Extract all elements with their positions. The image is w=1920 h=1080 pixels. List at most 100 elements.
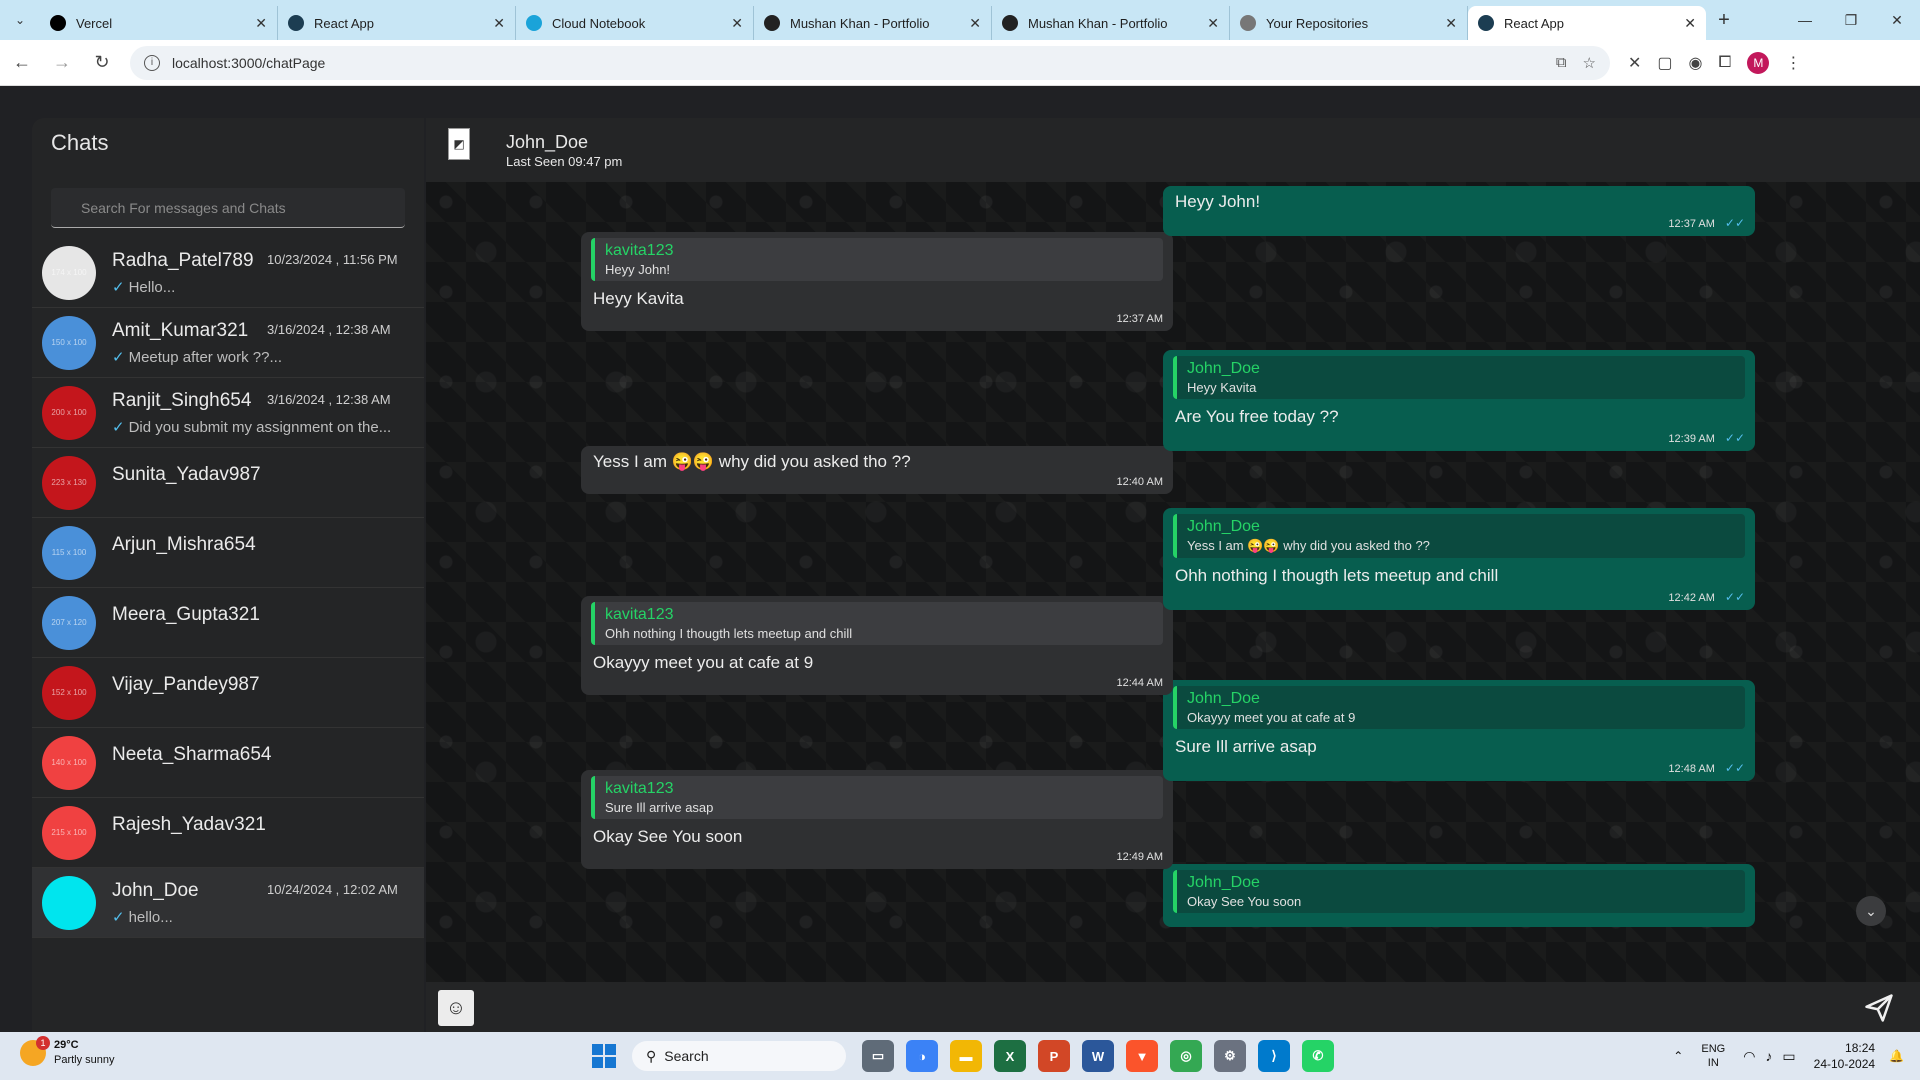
chat-time: 10/23/2024 , 11:56 PM — [267, 252, 398, 267]
quoted-reply[interactable]: John_Doe Okayyy meet you at cafe at 9 — [1173, 686, 1745, 729]
chat-list-item[interactable]: 152 x 100 Vijay_Pandey987 — [32, 658, 424, 728]
close-tab-icon[interactable]: ✕ — [731, 15, 743, 32]
site-info-icon[interactable]: i — [144, 54, 160, 71]
quoted-reply[interactable]: kavita123 Heyy John! — [591, 238, 1163, 281]
wifi-icon[interactable]: ◠ — [1743, 1048, 1755, 1065]
quoted-reply[interactable]: John_Doe Heyy Kavita — [1173, 356, 1745, 399]
taskbar-search[interactable]: ⚲ Search — [632, 1041, 846, 1071]
chat-list-item[interactable]: 200 x 100 Ranjit_Singh654 ✓ Did you submit … — [32, 378, 424, 448]
sent-message[interactable]: John_Doe Yess I am 😜😜 why did you asked t… — [1163, 508, 1755, 610]
avatar: 150 x 100 — [42, 315, 96, 370]
weather-icon: 1 — [20, 1036, 50, 1066]
bookmark-star-icon[interactable]: ☆ — [1583, 54, 1596, 72]
message-text: Are You free today ?? — [1175, 407, 1339, 426]
chat-list-item[interactable]: 140 x 100 Neeta_Sharma654 — [32, 728, 424, 798]
address-bar-row: ← → ↻ i localhost:3000/chatPage ⧉ ☆ ✕ ▢ … — [0, 40, 1920, 86]
close-tab-icon[interactable]: ✕ — [255, 15, 267, 32]
browser-tab[interactable]: Mushan Khan - Portfolio ✕ — [992, 6, 1230, 40]
forward-button[interactable]: → — [44, 45, 80, 81]
scroll-down-icon[interactable]: ⌄ — [1856, 896, 1886, 926]
copilot-icon[interactable]: ◑ — [906, 1040, 938, 1072]
puzzle-icon[interactable]: ⧠ — [1719, 54, 1732, 72]
kebab-menu-icon[interactable]: ⋮ — [1785, 53, 1801, 73]
browser-tab[interactable]: React App ✕ — [278, 6, 516, 40]
tab-search-menu-button[interactable]: ⌄ — [0, 0, 40, 40]
back-button[interactable]: ← — [4, 45, 40, 81]
extension-icon[interactable]: ▢ — [1657, 53, 1672, 73]
install-app-icon[interactable]: ⧉ — [1556, 54, 1567, 71]
chat-list-item[interactable]: John_Doe ✓ hello... 10/24/2024 , 12:02 AM — [32, 868, 424, 938]
received-message[interactable]: kavita123 Sure Ill arrive asap Okay See Yo… — [581, 770, 1173, 869]
quoted-reply[interactable]: kavita123 Ohh nothing I thougth lets meet… — [591, 602, 1163, 645]
search-input[interactable]: Search For messages and Chats — [51, 188, 405, 228]
avatar — [42, 875, 96, 930]
file-explorer-icon[interactable]: ▬ — [950, 1040, 982, 1072]
close-tab-icon[interactable]: ✕ — [493, 15, 505, 32]
task-view-icon[interactable]: ▭ — [862, 1040, 894, 1072]
word-icon[interactable]: W — [1082, 1040, 1114, 1072]
received-message[interactable]: Yess I am 😜😜 why did you asked tho ?? 12:… — [581, 446, 1173, 494]
battery-icon[interactable]: ▭ — [1782, 1048, 1795, 1065]
chat-list-item[interactable]: 150 x 100 Amit_Kumar321 ✓ Meetup after work… — [32, 308, 424, 378]
restore-button[interactable]: ❐ — [1828, 0, 1874, 40]
browser-tab[interactable]: Cloud Notebook ✕ — [516, 6, 754, 40]
notification-bell-icon[interactable]: 🔔 — [1889, 1049, 1904, 1063]
tab-title: React App — [1504, 15, 1564, 31]
send-icon[interactable] — [1861, 990, 1897, 1026]
excel-icon[interactable]: X — [994, 1040, 1026, 1072]
quoted-reply[interactable]: John_Doe Okay See You soon — [1173, 870, 1745, 913]
close-tab-icon[interactable]: ✕ — [1207, 15, 1219, 32]
brave-icon[interactable]: ▼ — [1126, 1040, 1158, 1072]
read-ticks-icon: ✓✓ — [1724, 216, 1745, 230]
close-tab-icon[interactable]: ✕ — [969, 15, 981, 32]
start-button[interactable] — [592, 1044, 616, 1068]
close-tab-icon[interactable]: ✕ — [1445, 15, 1457, 32]
portfolio-icon — [764, 15, 780, 31]
quoted-text: Okay See You soon — [1187, 894, 1302, 909]
new-tab-button[interactable]: + — [1706, 9, 1742, 32]
whatsapp-icon[interactable]: ✆ — [1302, 1040, 1334, 1072]
quoted-reply[interactable]: John_Doe Yess I am 😜😜 why did you asked t… — [1173, 514, 1745, 558]
message-time: 12:44 AM — [1116, 677, 1163, 689]
received-message[interactable]: kavita123 Ohh nothing I thougth lets meet… — [581, 596, 1173, 695]
contact-avatar[interactable]: ◩ — [448, 128, 470, 160]
profile-avatar[interactable]: M — [1747, 51, 1770, 74]
sent-message[interactable]: Heyy John! 12:37 AM ✓✓ — [1163, 186, 1755, 236]
received-message[interactable]: kavita123 Heyy John! Heyy Kavita 12:37 AM — [581, 232, 1173, 331]
chat-list-item[interactable]: 115 x 100 Arjun_Mishra654 — [32, 518, 424, 588]
minimize-button[interactable]: — — [1782, 0, 1828, 40]
reload-button[interactable]: ↻ — [84, 45, 120, 81]
sent-message[interactable]: John_Doe Okay See You soon — [1163, 864, 1755, 927]
browser-tab[interactable]: Your Repositories ✕ — [1230, 6, 1468, 40]
weather-desc: Partly sunny — [54, 1054, 115, 1066]
browser-tab[interactable]: React App ✕ — [1468, 6, 1706, 40]
extension-icon[interactable]: ✕ — [1628, 53, 1641, 73]
chat-list-item[interactable]: 223 x 130 Sunita_Yadav987 — [32, 448, 424, 518]
chat-list-item[interactable]: 207 x 120 Meera_Gupta321 — [32, 588, 424, 658]
message-area[interactable]: John_Doe Okay See You soon kavita123 Sure I… — [426, 182, 1920, 982]
vscode-icon[interactable]: ⟩ — [1258, 1040, 1290, 1072]
avatar: 174 x 100 — [42, 245, 96, 300]
sent-message[interactable]: John_Doe Okayyy meet you at cafe at 9 Sure… — [1163, 680, 1755, 781]
chrome-icon[interactable]: ◎ — [1170, 1040, 1202, 1072]
volume-icon[interactable]: ♪ — [1765, 1048, 1772, 1065]
close-tab-icon[interactable]: ✕ — [1684, 15, 1696, 32]
tab-title: Mushan Khan - Portfolio — [790, 15, 930, 31]
emoji-picker-icon[interactable]: ☺ — [438, 990, 474, 1026]
close-window-button[interactable]: ✕ — [1874, 0, 1920, 40]
quoted-reply[interactable]: kavita123 Sure Ill arrive asap — [591, 776, 1163, 819]
browser-tab[interactable]: Vercel ✕ — [40, 6, 278, 40]
chat-list-item[interactable]: 174 x 100 Radha_Patel789 ✓ Hello... 10/23/20… — [32, 238, 424, 308]
language-indicator[interactable]: ENG IN — [1701, 1042, 1725, 1070]
url-omnibox[interactable]: i localhost:3000/chatPage ⧉ ☆ — [130, 45, 1610, 80]
settings-icon[interactable]: ⚙ — [1214, 1040, 1246, 1072]
tray-overflow-icon[interactable]: ⌃ — [1673, 1049, 1683, 1063]
weather-widget[interactable]: 1 29°C Partly sunny — [20, 1036, 115, 1068]
powerpoint-icon[interactable]: P — [1038, 1040, 1070, 1072]
extension-icon[interactable]: ◉ — [1689, 53, 1703, 73]
clock[interactable]: 18:24 24-10-2024 — [1814, 1040, 1875, 1072]
url-text[interactable]: localhost:3000/chatPage — [172, 55, 1540, 71]
chat-list-item[interactable]: 215 x 100 Rajesh_Yadav321 — [32, 798, 424, 868]
sent-message[interactable]: John_Doe Heyy Kavita Are You free today ??… — [1163, 350, 1755, 451]
browser-tab[interactable]: Mushan Khan - Portfolio ✕ — [754, 6, 992, 40]
